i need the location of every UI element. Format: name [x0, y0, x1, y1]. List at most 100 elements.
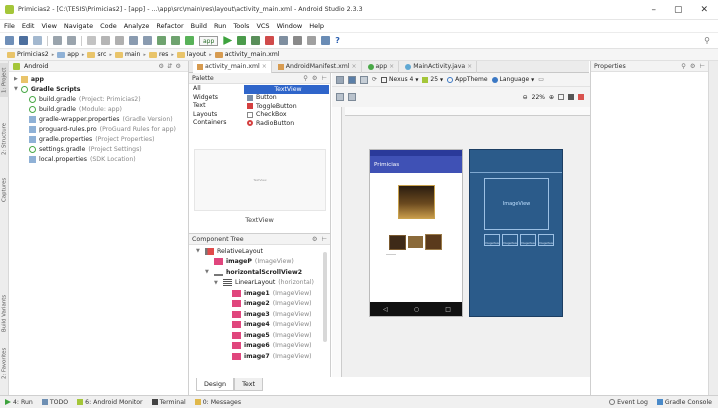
breadcrumb-item[interactable]: app — [57, 51, 79, 58]
blueprint-preview[interactable]: ImageView ImageView ImageView ImageView … — [469, 149, 563, 317]
chevron-down-icon[interactable]: ▼ — [196, 248, 202, 254]
imageP-image[interactable] — [398, 185, 435, 219]
tab-app[interactable]: app × — [364, 60, 400, 73]
menu-help[interactable]: Help — [309, 22, 324, 30]
menu-file[interactable]: File — [4, 22, 15, 30]
gradle-console-button[interactable]: Gradle Console — [656, 399, 712, 406]
palette-category[interactable]: Widgets — [189, 94, 244, 103]
tab-design[interactable]: Design — [196, 378, 235, 391]
attach-debugger-icon[interactable] — [251, 36, 261, 45]
project-view-select[interactable]: Android — [24, 63, 48, 70]
menu-run[interactable]: Run — [214, 22, 226, 30]
orientation-icon[interactable]: ⟳ — [372, 76, 377, 83]
component-tree-item[interactable]: image1 (ImageView) — [189, 288, 330, 299]
blueprint-small-image[interactable]: ImageView — [520, 234, 536, 246]
component-tree-item[interactable]: image6 (ImageView) — [189, 341, 330, 352]
help-icon[interactable]: ? — [335, 36, 340, 45]
redo-icon[interactable] — [67, 36, 76, 45]
palette-category[interactable]: Containers — [189, 119, 244, 128]
close-tab-icon[interactable]: × — [262, 63, 267, 70]
error-warnings-icon[interactable] — [578, 94, 584, 100]
project-tree-item[interactable]: build.gradle (Module: app) — [9, 104, 188, 114]
blueprint-icon[interactable] — [348, 75, 356, 84]
palette-item-textview[interactable]: TextView — [244, 85, 329, 94]
image3-image[interactable] — [425, 234, 442, 250]
sync-icon[interactable] — [33, 36, 42, 45]
palette-category[interactable]: Layouts — [189, 111, 244, 120]
project-tree-item[interactable]: gradle-wrapper.properties (Gradle Version… — [9, 114, 188, 124]
language-select[interactable]: Language ▼ — [491, 76, 534, 83]
breadcrumb-item[interactable]: res — [148, 51, 168, 58]
component-tree-item[interactable]: ▼ RelativeLayout — [189, 246, 330, 257]
palette-item-togglebutton[interactable]: ToggleButton — [244, 102, 329, 111]
maximize-button[interactable]: ▢ — [674, 5, 683, 15]
forward-icon[interactable] — [171, 36, 180, 45]
component-tree-item[interactable]: image4 (ImageView) — [189, 320, 330, 331]
tool-tab-project[interactable]: 1: Project — [0, 63, 9, 97]
breadcrumb-item[interactable]: main — [114, 51, 140, 58]
menu-analyze[interactable]: Analyze — [124, 22, 150, 30]
pan-icon[interactable] — [568, 94, 574, 100]
android-monitor-tool-button[interactable]: 6: Android Monitor — [77, 399, 143, 406]
event-log-button[interactable]: Event Log — [609, 399, 648, 406]
tool-tab-captures[interactable]: Captures — [0, 173, 9, 207]
search-icon[interactable]: ⚲ — [681, 63, 686, 70]
todo-tool-button[interactable]: TODO — [41, 399, 68, 406]
palette-category[interactable]: Text — [189, 102, 244, 111]
make-icon[interactable] — [185, 36, 194, 45]
paste-icon[interactable] — [115, 36, 124, 45]
project-tree-item[interactable]: ▶ app — [9, 74, 188, 84]
both-views-icon[interactable] — [360, 75, 368, 84]
stop-icon[interactable] — [265, 36, 275, 45]
menu-tools[interactable]: Tools — [233, 22, 249, 30]
palette-category[interactable]: All — [189, 85, 244, 94]
project-tree-item[interactable]: ▼ Gradle Scripts — [9, 84, 188, 94]
menu-edit[interactable]: Edit — [22, 22, 35, 30]
tab-text[interactable]: Text — [234, 378, 264, 391]
chevron-down-icon[interactable]: ▼ — [205, 269, 211, 275]
phone-preview[interactable]: Primicias ◁ ○ □ — [369, 149, 463, 317]
close-button[interactable]: ✕ — [700, 5, 708, 15]
breadcrumb-item[interactable]: src — [87, 51, 106, 58]
scrollbar[interactable] — [323, 252, 327, 342]
tab-main-activity-java[interactable]: MainActivity.java × — [401, 60, 478, 73]
menu-build[interactable]: Build — [191, 22, 207, 30]
menu-refactor[interactable]: Refactor — [156, 22, 183, 30]
component-tree-item[interactable]: image3 (ImageView) — [189, 309, 330, 320]
image1-image[interactable] — [389, 235, 406, 250]
component-tree-item[interactable]: image5 (ImageView) — [189, 330, 330, 341]
hide-icon[interactable]: ⊢ — [700, 63, 706, 70]
project-tree-item[interactable]: local.properties (SDK Location) — [9, 154, 188, 164]
palette-item-checkbox[interactable]: CheckBox — [244, 111, 329, 120]
terminal-tool-button[interactable]: Terminal — [151, 399, 186, 406]
breadcrumb-item[interactable]: activity_main.xml — [214, 51, 280, 58]
menu-view[interactable]: View — [41, 22, 56, 30]
hide-icon[interactable]: ⊢ — [322, 236, 328, 243]
show-constraints-icon[interactable] — [336, 93, 344, 101]
search-everywhere-icon[interactable]: ⚲ — [704, 36, 710, 45]
device-monitor-icon[interactable] — [321, 36, 331, 45]
blueprint-small-image[interactable]: ImageView — [502, 234, 518, 246]
component-tree-item[interactable]: image2 (ImageView) — [189, 299, 330, 310]
device-select[interactable]: Nexus 4 ▼ — [381, 76, 418, 83]
run-icon[interactable] — [223, 36, 233, 45]
theme-select[interactable]: AppTheme — [447, 76, 488, 83]
blueprint-small-image[interactable]: ImageView — [484, 234, 500, 246]
save-icon[interactable] — [19, 36, 28, 45]
tool-tab-structure[interactable]: 2: Structure — [0, 117, 9, 161]
blueprint-small-image[interactable]: ImageView — [538, 234, 554, 246]
project-tree-item[interactable]: proguard-rules.pro (ProGuard Rules for ap… — [9, 124, 188, 134]
messages-tool-button[interactable]: 0: Messages — [194, 399, 241, 406]
breadcrumb-item[interactable]: layout — [176, 51, 206, 58]
chevron-right-icon[interactable]: ▶ — [14, 76, 18, 82]
palette-item-radiobutton[interactable]: RadioButton — [244, 119, 329, 128]
component-tree-item[interactable]: ▼ horizontalScrollView2 — [189, 267, 330, 278]
tool-tab-favorites[interactable]: 2: Favorites — [0, 343, 9, 383]
image2-image[interactable] — [408, 236, 423, 248]
design-surface-icon[interactable] — [336, 75, 344, 84]
tab-activity-main-xml[interactable]: activity_main.xml × — [193, 60, 272, 73]
project-structure-icon[interactable] — [307, 36, 317, 45]
open-icon[interactable] — [5, 36, 14, 45]
blueprint-imageview[interactable]: ImageView — [484, 178, 549, 230]
palette-item-button[interactable]: Button — [244, 94, 329, 103]
